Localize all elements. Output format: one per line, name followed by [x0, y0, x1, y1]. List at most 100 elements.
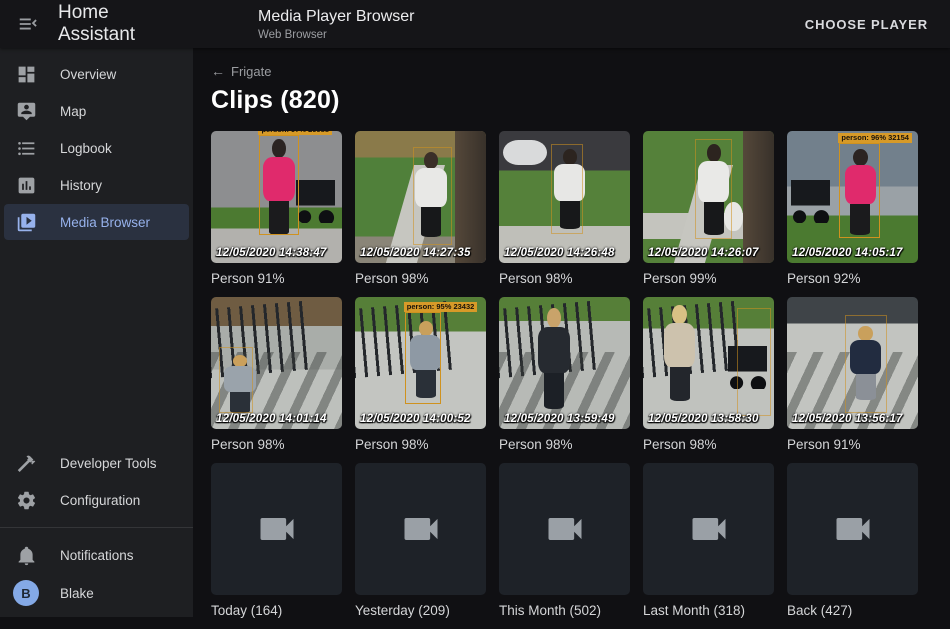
header-title-block: Media Player Browser Web Browser — [258, 7, 415, 42]
video-camera-icon — [831, 507, 875, 551]
clip-timestamp: 12/05/2020 13:56:17 — [792, 413, 903, 425]
detection-box-label: person: 96% 32154 — [838, 133, 912, 143]
detection-box: person: 95% 23432 — [405, 312, 442, 404]
sidebar-item-label: History — [60, 178, 102, 193]
sidebar-item-configuration[interactable]: Configuration — [4, 482, 189, 518]
clip-thumbnail[interactable]: 12/05/2020 14:27:35 — [355, 131, 486, 263]
clip-timestamp: 12/05/2020 14:01:14 — [216, 413, 327, 425]
sidebar-item-media-browser[interactable]: Media Browser — [4, 204, 189, 240]
clip-cell: person: 96% 32154 12/05/2020 14:05:17 Pe… — [787, 131, 918, 297]
person-figure — [538, 308, 569, 408]
play-box-multiple-icon — [4, 212, 48, 233]
clip-timestamp: 12/05/2020 13:59:49 — [504, 413, 615, 425]
sidebar-item-label: Media Browser — [60, 215, 150, 230]
back-link-label: Frigate — [231, 64, 271, 79]
clip-label: Person 98% — [643, 437, 774, 452]
sidebar-item-label: Overview — [60, 67, 116, 82]
clip-cell: person: 95% 23432 12/05/2020 14:00:52 Pe… — [355, 297, 486, 463]
sidebar-lower: Developer Tools Configuration Notificati… — [0, 444, 193, 613]
sidebar-item-overview[interactable]: Overview — [4, 56, 189, 92]
clip-label: Person 98% — [211, 437, 342, 452]
page-header-subtitle: Web Browser — [258, 28, 415, 42]
clip-label: Person 98% — [499, 271, 630, 286]
clip-cell: person: 97% 29988 12/05/2020 14:38:47 Pe… — [211, 131, 342, 297]
detection-box: person: 97% 29988 — [259, 135, 298, 235]
folder-tile[interactable] — [211, 463, 342, 595]
sidebar-item-developer-tools[interactable]: Developer Tools — [4, 445, 189, 481]
detection-box — [737, 308, 771, 416]
detection-box — [695, 139, 732, 239]
clip-cell: 12/05/2020 13:59:49 Person 98% — [499, 297, 630, 463]
clip-label: Person 98% — [355, 271, 486, 286]
clip-thumbnail[interactable]: 12/05/2020 13:56:17 — [787, 297, 918, 429]
clip-label: Person 98% — [355, 437, 486, 452]
folder-tile[interactable] — [355, 463, 486, 595]
clip-thumbnail[interactable]: 12/05/2020 14:01:14 — [211, 297, 342, 429]
folder-label: Back (427) — [787, 603, 918, 618]
user-profile-button[interactable]: B Blake — [4, 574, 189, 612]
clip-thumbnail[interactable]: 12/05/2020 14:26:07 — [643, 131, 774, 263]
detection-box — [413, 147, 452, 245]
detection-box-label: person: 95% 23432 — [404, 302, 478, 312]
hammer-icon — [4, 453, 48, 474]
detection-box — [551, 144, 582, 234]
detection-box: person: 96% 32154 — [839, 143, 880, 238]
clip-thumbnail[interactable]: 12/05/2020 13:59:49 — [499, 297, 630, 429]
main-content: ← Frigate Clips (820) person: 97% 29988 … — [193, 48, 950, 617]
folder-cell-this-month-502-: This Month (502) — [499, 463, 630, 629]
sidebar-item-notifications[interactable]: Notifications — [4, 537, 189, 573]
folder-tile[interactable] — [643, 463, 774, 595]
back-arrow-icon: ← — [211, 63, 225, 79]
view-dashboard-icon — [4, 64, 48, 85]
sidebar-item-label: Map — [60, 104, 86, 119]
clip-timestamp: 12/05/2020 13:58:30 — [648, 413, 759, 425]
clip-thumbnail[interactable]: person: 97% 29988 12/05/2020 14:38:47 — [211, 131, 342, 263]
folder-label: Last Month (318) — [643, 603, 774, 618]
tooltip-account-icon — [4, 101, 48, 122]
clip-timestamp: 12/05/2020 14:27:35 — [360, 247, 471, 259]
clip-cell: 12/05/2020 13:58:30 Person 98% — [643, 297, 774, 463]
clip-cell: 12/05/2020 14:27:35 Person 98% — [355, 131, 486, 297]
clip-cell: 12/05/2020 14:01:14 Person 98% — [211, 297, 342, 463]
folder-cell-yesterday-209-: Yesterday (209) — [355, 463, 486, 629]
top-app-bar: Home Assistant Media Player Browser Web … — [0, 0, 950, 48]
clip-timestamp: 12/05/2020 14:38:47 — [216, 247, 327, 259]
folder-cell-back-427-: Back (427) — [787, 463, 918, 629]
detection-box — [219, 347, 253, 413]
clip-label: Person 92% — [787, 271, 918, 286]
stroller-shape — [791, 179, 830, 224]
clip-thumbnail[interactable]: 12/05/2020 14:26:48 — [499, 131, 630, 263]
sidebar-item-label: Developer Tools — [60, 456, 157, 471]
video-camera-icon — [255, 507, 299, 551]
menu-open-icon — [17, 13, 39, 35]
page-title: Clips (820) — [211, 86, 950, 115]
sidebar: Overview Map Logbook History Media Brows… — [0, 48, 193, 617]
folder-tile[interactable] — [499, 463, 630, 595]
folder-cell-today-164-: Today (164) — [211, 463, 342, 629]
folder-label: Yesterday (209) — [355, 603, 486, 618]
detection-box — [845, 315, 887, 413]
folder-tile[interactable] — [787, 463, 918, 595]
sidebar-item-map[interactable]: Map — [4, 93, 189, 129]
sidebar-item-history[interactable]: History — [4, 167, 189, 203]
clip-thumbnail[interactable]: 12/05/2020 13:58:30 — [643, 297, 774, 429]
clip-thumbnail[interactable]: person: 96% 32154 12/05/2020 14:05:17 — [787, 131, 918, 263]
sidebar-item-label: Notifications — [60, 548, 134, 563]
sidebar-toggle-button[interactable] — [4, 0, 52, 48]
video-camera-icon — [687, 507, 731, 551]
folder-label: Today (164) — [211, 603, 342, 618]
choose-player-button[interactable]: CHOOSE PLAYER — [799, 0, 934, 48]
sidebar-item-logbook[interactable]: Logbook — [4, 130, 189, 166]
user-avatar: B — [13, 580, 39, 606]
clip-label: Person 91% — [787, 437, 918, 452]
detection-box-label: person: 97% 29988 — [258, 131, 332, 135]
sidebar-item-label: Configuration — [60, 493, 140, 508]
sidebar-nav: Overview Map Logbook History Media Brows… — [0, 48, 193, 240]
back-link[interactable]: ← Frigate — [211, 48, 271, 79]
porch-shape — [743, 131, 774, 263]
clip-thumbnail[interactable]: person: 95% 23432 12/05/2020 14:00:52 — [355, 297, 486, 429]
video-camera-icon — [399, 507, 443, 551]
folder-cell-last-month-318-: Last Month (318) — [643, 463, 774, 629]
clip-timestamp: 12/05/2020 14:00:52 — [360, 413, 471, 425]
porch-shape — [455, 131, 486, 263]
